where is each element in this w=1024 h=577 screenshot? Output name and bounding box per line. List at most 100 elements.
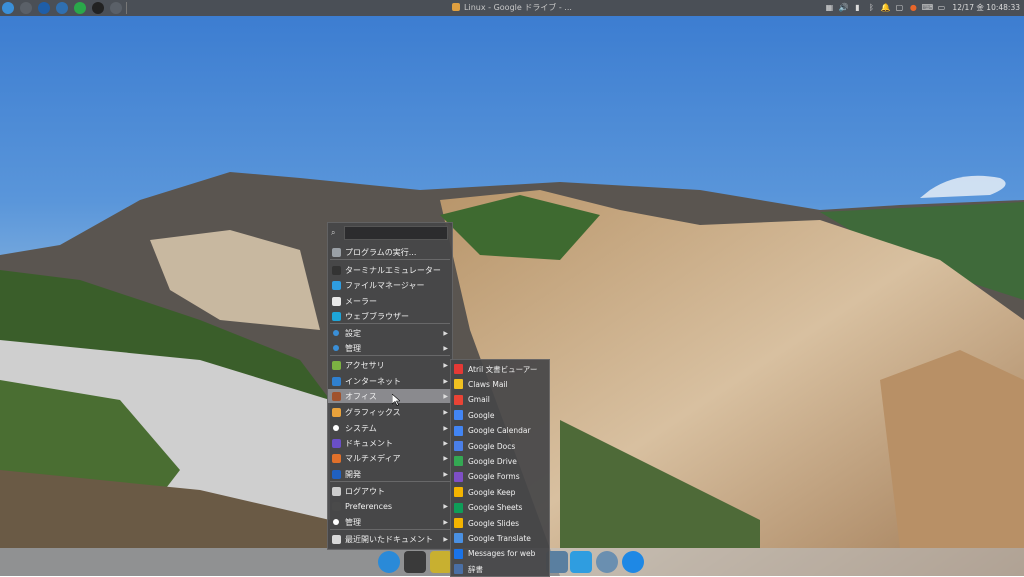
menu-item-label: ターミナルエミュレーター xyxy=(345,265,441,275)
google-keep-icon xyxy=(454,487,463,498)
volume-icon[interactable]: 🔊 xyxy=(838,2,848,13)
menu-item[interactable]: 管理 ▶ xyxy=(328,515,452,529)
submenu-item[interactable]: Google Forms xyxy=(451,470,549,484)
admin2-dot-icon xyxy=(333,519,339,525)
clock[interactable]: 12/17 金 10:48:33 xyxy=(952,2,1020,13)
panel-launchers xyxy=(0,2,122,14)
submenu-item-label: Messages for web xyxy=(468,549,536,559)
submenu-item-label: Google Slides xyxy=(468,518,520,528)
settings-icon[interactable] xyxy=(56,2,68,14)
menu-item-label: 設定 xyxy=(345,328,361,338)
image-dock-icon[interactable] xyxy=(430,551,452,573)
network-icon[interactable]: ▦ xyxy=(824,2,834,13)
google-forms-icon xyxy=(454,471,463,482)
terminal-icon xyxy=(332,265,341,275)
menu-item[interactable]: ドキュメント ▶ xyxy=(328,436,452,450)
submenu-item[interactable]: 辞書 xyxy=(451,562,549,576)
menu-item[interactable]: プログラムの実行... xyxy=(328,245,452,259)
atril-icon xyxy=(454,364,463,374)
submenu-item-label: 辞書 xyxy=(468,564,483,574)
menu-item[interactable]: 開発 ▶ xyxy=(328,467,452,481)
keyboard-icon[interactable]: ⌨ xyxy=(922,2,934,13)
menu-item[interactable]: インターネット ▶ xyxy=(328,374,452,388)
people-icon[interactable] xyxy=(92,2,104,14)
menu-item[interactable]: オフィス ▶ xyxy=(328,389,452,403)
submenu-item[interactable]: Messages for web xyxy=(451,547,549,561)
notification-icon[interactable]: 🔔 xyxy=(880,2,890,13)
menu-item[interactable]: ターミナルエミュレーター xyxy=(328,263,452,277)
window-icon[interactable]: ▢ xyxy=(894,2,904,13)
menu-item-label: 最近開いたドキュメント xyxy=(345,534,433,544)
run-icon xyxy=(332,247,341,257)
admin-dot-icon xyxy=(333,345,339,351)
google-docs-icon xyxy=(454,441,463,451)
file-manager-icon xyxy=(332,280,341,290)
submenu-item[interactable]: Google Drive xyxy=(451,454,549,468)
menu-item[interactable]: ファイルマネージャー xyxy=(328,278,452,292)
bluetooth-icon[interactable]: ᛒ xyxy=(866,2,876,13)
minus-icon[interactable] xyxy=(110,2,122,14)
cat-dock-icon[interactable] xyxy=(404,551,426,573)
office-submenu: Atril 文書ビューアー Claws Mail Gmail Google Google… xyxy=(450,359,550,577)
menu-item[interactable]: Preferences ▶ xyxy=(328,499,452,513)
browser-task-icon xyxy=(452,3,461,11)
menu-item[interactable]: アクセサリ ▶ xyxy=(328,358,452,372)
submenu-item[interactable]: Google Calendar xyxy=(451,424,549,438)
submenu-item-label: Google xyxy=(468,410,495,420)
google-sheets-icon xyxy=(454,502,463,513)
submenu-item[interactable]: Google Docs xyxy=(451,439,549,453)
submenu-item[interactable]: Gmail xyxy=(451,393,549,407)
submenu-arrow-icon: ▶ xyxy=(443,408,448,416)
submenu-item-label: Google Forms xyxy=(468,472,520,482)
submenu-item[interactable]: Google Sheets xyxy=(451,501,549,515)
submenu-item[interactable]: Atril 文書ビューアー xyxy=(451,362,549,376)
gmail-icon xyxy=(454,394,463,405)
menu-item[interactable]: マルチメディア ▶ xyxy=(328,451,452,465)
submenu-item[interactable]: Google Translate xyxy=(451,531,549,545)
menu-item-label: 開発 xyxy=(345,469,361,479)
google-calendar-icon xyxy=(454,425,463,436)
menu-item[interactable]: ウェブブラウザー xyxy=(328,309,452,323)
menu-item[interactable]: 管理 ▶ xyxy=(328,341,452,355)
submenu-item-label: Google Sheets xyxy=(468,503,523,513)
menu-separator xyxy=(330,323,450,324)
submenu-arrow-icon: ▶ xyxy=(443,535,448,543)
menu-search-input[interactable] xyxy=(344,226,448,240)
menu-item[interactable]: システム ▶ xyxy=(328,421,452,435)
menu-item[interactable]: 最近開いたドキュメント ▶ xyxy=(328,532,452,546)
menu-item-label: ファイルマネージャー xyxy=(345,280,425,290)
menu-item[interactable]: 設定 ▶ xyxy=(328,326,452,340)
submenu-item[interactable]: Google Keep xyxy=(451,485,549,499)
accessibility-dock-icon[interactable] xyxy=(622,551,644,573)
menu-item-label: ドキュメント xyxy=(345,438,393,448)
power-icon[interactable] xyxy=(20,2,32,14)
submenu-arrow-icon: ▶ xyxy=(443,470,448,478)
mouse-pointer-icon xyxy=(392,394,400,406)
submenu-item-label: Google Translate xyxy=(468,533,531,543)
power-dock-icon[interactable] xyxy=(596,551,618,573)
submenu-item[interactable]: Google Slides xyxy=(451,516,549,530)
firefox-icon[interactable]: ● xyxy=(908,2,918,13)
submenu-item[interactable]: Claws Mail xyxy=(451,377,549,391)
display-icon[interactable]: ▭ xyxy=(936,2,946,13)
submenu-arrow-icon: ▶ xyxy=(443,439,448,447)
menu-item[interactable]: メーラー xyxy=(328,294,452,308)
browser-icon[interactable] xyxy=(38,2,50,14)
files-dock-icon[interactable] xyxy=(570,551,592,573)
menu-item[interactable]: グラフィックス ▶ xyxy=(328,405,452,419)
browser-dock-icon[interactable] xyxy=(378,551,400,573)
panel-separator xyxy=(126,2,127,14)
start-menu-icon[interactable] xyxy=(2,2,14,14)
battery-icon[interactable]: ▮ xyxy=(852,2,862,13)
menu-item-label: アクセサリ xyxy=(345,360,385,370)
logout-icon xyxy=(332,486,341,496)
submenu-arrow-icon: ▶ xyxy=(443,392,448,400)
menu-item-label: Preferences xyxy=(345,501,393,511)
menu-item[interactable]: ログアウト xyxy=(328,484,452,498)
menu-item-label: オフィス xyxy=(345,391,377,401)
menu-item-label: 管理 xyxy=(345,517,361,527)
update-icon[interactable] xyxy=(74,2,86,14)
google-slides-icon xyxy=(454,518,463,528)
submenu-item[interactable]: Google xyxy=(451,408,549,422)
menu-separator xyxy=(330,529,450,530)
